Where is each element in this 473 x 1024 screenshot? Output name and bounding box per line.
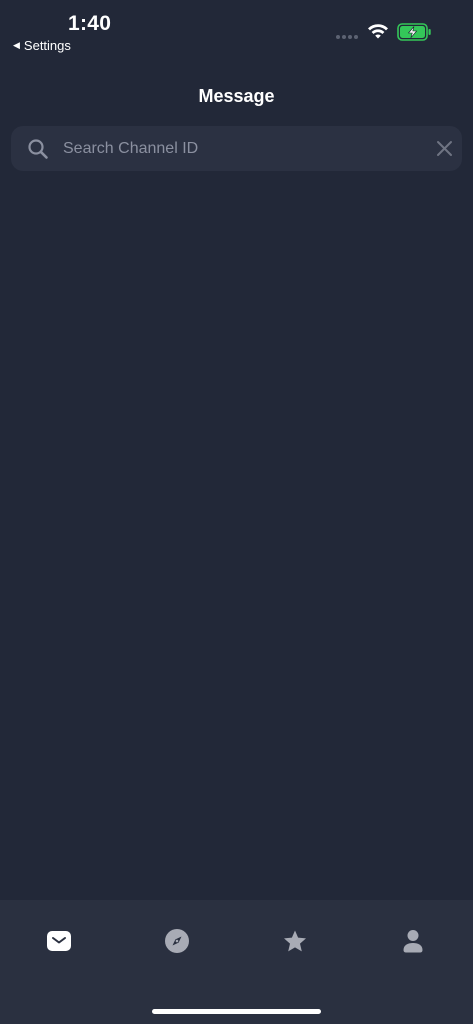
compass-icon [165, 929, 189, 953]
tab-explore[interactable] [157, 926, 197, 956]
tab-messages[interactable] [39, 926, 79, 956]
message-list-empty [0, 182, 473, 900]
signal-dots-icon [336, 35, 358, 39]
search-bar [11, 126, 462, 171]
search-input[interactable] [63, 126, 413, 171]
person-icon [403, 930, 423, 953]
page-title: Message [198, 86, 275, 106]
search-icon [28, 139, 48, 159]
mail-icon [47, 931, 71, 951]
battery-charging-icon [397, 23, 431, 41]
close-icon[interactable] [436, 140, 453, 157]
tab-bar [0, 900, 473, 1024]
home-indicator[interactable] [152, 1009, 321, 1014]
back-settings-label: Settings [23, 38, 71, 53]
message-screen: 1:40 ◀ Settings Message [0, 0, 473, 1024]
wifi-icon [368, 24, 388, 39]
status-bar: 1:40 ◀ Settings [0, 0, 473, 60]
back-arrow-icon: ◀ [13, 40, 20, 50]
status-time: 1:40 [68, 12, 112, 35]
tab-favorites[interactable] [275, 926, 315, 956]
star-icon [284, 930, 306, 951]
tab-profile[interactable] [393, 926, 433, 956]
back-to-settings-link[interactable]: ◀ Settings [13, 38, 71, 53]
